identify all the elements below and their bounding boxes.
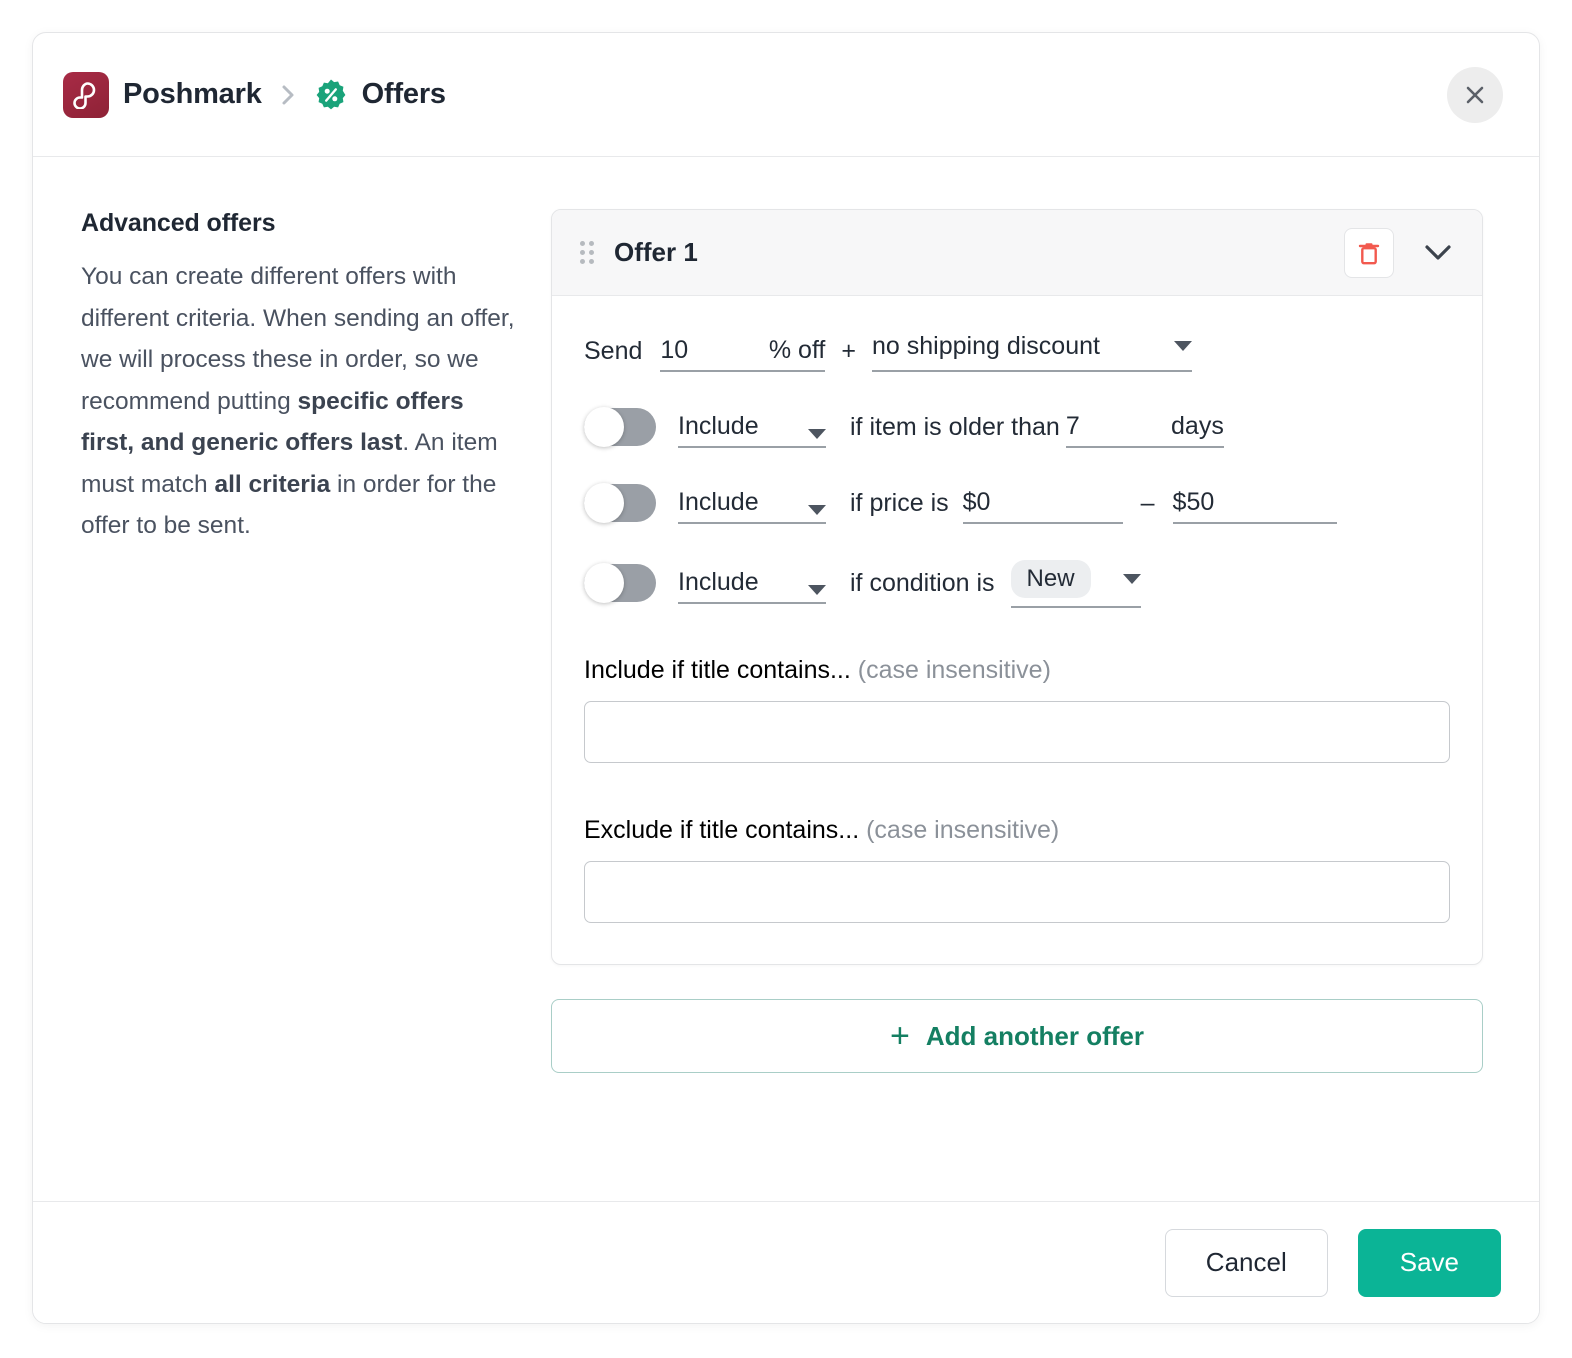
exclude-title-hint: (case insensitive): [866, 816, 1060, 844]
poshmark-logo-icon: [63, 71, 109, 118]
offer-card-header: Offer 1: [552, 210, 1482, 296]
include-title-label-text: Include if title contains...: [584, 656, 851, 684]
shipping-discount-select[interactable]: no shipping discount: [872, 330, 1192, 372]
page-title: Advanced offers: [81, 209, 276, 237]
add-another-offer-button[interactable]: + Add another offer: [551, 999, 1483, 1073]
criteria-row-condition: Include if condition is New: [584, 558, 1450, 608]
offers-column: Offer 1 Send 10 % off + no shipping disc…: [551, 209, 1491, 1201]
criteria-price-min-value[interactable]: $0: [963, 490, 991, 515]
dialog-body: Advanced offers You can create different…: [33, 157, 1539, 1201]
criteria-mode-value: Include: [678, 412, 759, 440]
criteria-days-value[interactable]: 7: [1066, 414, 1080, 439]
criteria-condition-select[interactable]: New: [1010, 558, 1141, 608]
condition-chip: New: [1010, 560, 1091, 598]
discount-percent-unit: % off: [768, 336, 826, 364]
chevron-down-icon: [808, 429, 826, 439]
info-paragraph: You can create different offers with dif…: [81, 263, 515, 539]
criteria-mode-select-item-age[interactable]: Include: [678, 406, 826, 448]
shipping-discount-value: no shipping discount: [872, 331, 1100, 360]
add-another-offer-label: Add another offer: [925, 1020, 1144, 1051]
exclude-title-label-text: Exclude if title contains...: [584, 816, 860, 844]
criteria-row-item-age: Include if item is older than 7 days: [584, 406, 1450, 448]
discount-badge-icon: [314, 78, 348, 112]
criteria-toggle-condition[interactable]: [584, 563, 656, 603]
plus-separator: +: [841, 336, 856, 365]
criteria-price-max-value[interactable]: $50: [1173, 490, 1215, 515]
criteria-mode-value: Include: [678, 568, 759, 596]
include-title-hint: (case insensitive): [857, 656, 1051, 684]
info-column: Advanced offers You can create different…: [81, 209, 551, 1201]
criteria-text-condition: if condition is: [850, 568, 995, 597]
exclude-title-input[interactable]: [584, 861, 1450, 923]
offers-dialog: Poshmark Offers Advanced offers You can: [32, 32, 1540, 1324]
criteria-text-price: if price is: [850, 488, 949, 517]
discount-percent-field[interactable]: 10 % off: [660, 330, 826, 372]
criteria-toggle-item-age[interactable]: [584, 407, 656, 447]
send-row: Send 10 % off + no shipping discount: [584, 330, 1450, 372]
include-title-input[interactable]: [584, 701, 1450, 763]
trash-icon[interactable]: [1344, 227, 1394, 278]
chevron-down-icon: [1122, 574, 1141, 584]
offer-card: Offer 1 Send 10 % off + no shipping disc…: [551, 209, 1483, 965]
include-title-label: Include if title contains... (case insen…: [584, 656, 1450, 685]
offer-card-content: Send 10 % off + no shipping discount Inc…: [552, 296, 1482, 964]
dialog-footer: Cancel Save: [33, 1201, 1539, 1323]
price-range-dash: –: [1140, 488, 1155, 517]
cancel-button[interactable]: Cancel: [1164, 1228, 1328, 1297]
criteria-price-min-field[interactable]: $0: [962, 482, 1123, 524]
save-button[interactable]: Save: [1357, 1228, 1501, 1297]
plus-icon: +: [890, 1017, 910, 1055]
criteria-toggle-price[interactable]: [584, 483, 656, 523]
chevron-down-icon: [808, 585, 826, 595]
criteria-mode-select-price[interactable]: Include: [678, 482, 826, 524]
breadcrumb: Poshmark Offers: [63, 71, 446, 118]
criteria-mode-value: Include: [678, 488, 759, 516]
criteria-days-field[interactable]: 7 days: [1065, 406, 1224, 448]
criteria-text-item-age: if item is older than: [850, 412, 1060, 441]
drag-handle-icon[interactable]: [580, 241, 594, 264]
criteria-row-price: Include if price is $0 – $50: [584, 482, 1450, 524]
send-label: Send: [584, 336, 643, 365]
dialog-header: Poshmark Offers: [33, 33, 1539, 157]
criteria-days-unit: days: [1171, 412, 1224, 440]
breadcrumb-section: Offers: [361, 78, 446, 110]
chevron-down-icon[interactable]: [1418, 233, 1458, 273]
chevron-down-icon: [1174, 341, 1192, 351]
exclude-title-label: Exclude if title contains... (case insen…: [584, 816, 1450, 845]
chevron-right-icon: [280, 83, 296, 107]
discount-percent-value[interactable]: 10: [660, 338, 688, 363]
close-icon[interactable]: [1447, 66, 1503, 123]
chevron-down-icon: [808, 505, 826, 515]
criteria-mode-select-condition[interactable]: Include: [678, 562, 826, 604]
criteria-price-max-field[interactable]: $50: [1172, 482, 1337, 524]
breadcrumb-app-name[interactable]: Poshmark: [123, 78, 262, 111]
offer-title: Offer 1: [614, 237, 698, 267]
